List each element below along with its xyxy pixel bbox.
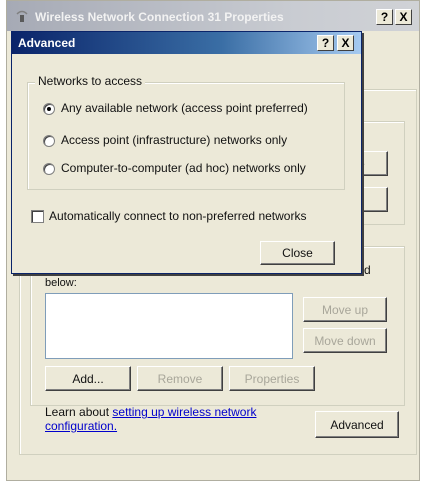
preferred-networks-list[interactable] <box>45 293 293 359</box>
move-up-button[interactable]: Move up <box>303 297 387 322</box>
learn-about-text: Learn about setting up wireless network … <box>45 405 285 433</box>
properties-title: Wireless Network Connection 31 Propertie… <box>35 10 284 24</box>
any-network-label[interactable]: Any available network (access point pref… <box>61 101 308 115</box>
network-icon <box>15 9 29 23</box>
remove-button[interactable]: Remove <box>137 366 223 391</box>
move-down-button[interactable]: Move down <box>303 328 387 353</box>
below-text: below: <box>45 277 77 289</box>
properties-button[interactable]: Properties <box>229 366 315 391</box>
adhoc-label[interactable]: Computer-to-computer (ad hoc) networks o… <box>61 161 306 175</box>
advanced-titlebar[interactable]: Advanced ? X <box>12 32 361 54</box>
advanced-close-x-button[interactable]: X <box>337 35 354 51</box>
networks-to-access-label: Networks to access <box>35 74 146 88</box>
any-network-radio[interactable] <box>43 103 55 115</box>
advanced-dialog: Advanced ? X Networks to access Any avai… <box>11 31 362 274</box>
learn-about-label: Learn about <box>45 405 113 419</box>
advanced-title: Advanced <box>18 36 76 50</box>
access-point-label[interactable]: Access point (infrastructure) networks o… <box>61 133 287 147</box>
add-button[interactable]: Add... <box>45 366 131 391</box>
properties-close-button[interactable]: X <box>395 9 412 25</box>
close-button[interactable]: Close <box>260 241 335 265</box>
access-point-radio[interactable] <box>43 135 55 147</box>
properties-titlebar[interactable]: Wireless Network Connection 31 Propertie… <box>7 1 419 31</box>
advanced-help-button[interactable]: ? <box>317 35 334 51</box>
auto-connect-label[interactable]: Automatically connect to non-preferred n… <box>49 209 306 223</box>
adhoc-radio[interactable] <box>43 163 55 175</box>
properties-help-button[interactable]: ? <box>376 9 393 25</box>
advanced-button[interactable]: Advanced <box>315 411 399 438</box>
auto-connect-checkbox[interactable] <box>31 210 44 223</box>
